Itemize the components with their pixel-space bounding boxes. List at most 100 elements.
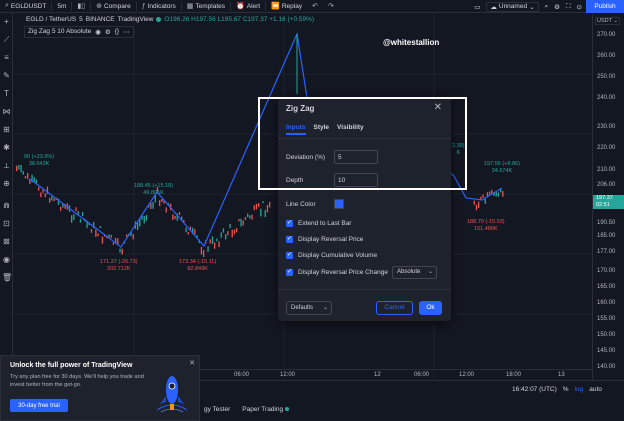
deviation-input[interactable] xyxy=(334,150,378,164)
candle xyxy=(486,192,489,197)
undo-button[interactable]: ↶ xyxy=(307,0,323,13)
alert-button[interactable]: ⏰ Alert xyxy=(231,0,265,13)
candle xyxy=(16,165,18,172)
ruler-icon[interactable]: ⟂ xyxy=(2,161,11,170)
search-icon: ⌕ xyxy=(5,2,9,9)
tab-style[interactable]: Style xyxy=(314,124,330,135)
eye-icon[interactable]: ◉ xyxy=(95,28,101,36)
ok-button[interactable]: Ok xyxy=(419,301,442,315)
candle xyxy=(185,227,187,233)
display-reversal-change-checkbox[interactable]: ✓ Display Reversal Price Change xyxy=(286,269,388,276)
indicator-name: Zig Zag 5 10 Absolute xyxy=(28,28,92,35)
candle xyxy=(194,229,196,235)
zigzag-label-1: 00 (+23.9%) 38.643K xyxy=(24,154,54,168)
status-dot-icon xyxy=(285,407,290,411)
tab-inputs[interactable]: Inputs xyxy=(286,124,306,135)
trash-icon[interactable]: 🗑 xyxy=(2,273,12,282)
price-label: 240.00 xyxy=(597,95,616,101)
redo-button[interactable]: ↷ xyxy=(323,0,339,13)
candle xyxy=(229,223,231,229)
zz-price-3: 171.27 (-26.73) xyxy=(100,259,138,265)
candle xyxy=(502,191,504,197)
zz-price-7: 188.70 (-15.93) xyxy=(467,219,505,225)
percent-toggle[interactable]: % xyxy=(563,386,569,393)
depth-input[interactable] xyxy=(334,173,378,187)
fib-icon[interactable]: ≡ xyxy=(2,53,11,62)
compare-button[interactable]: ⊕ Compare xyxy=(91,0,136,13)
pattern-icon[interactable]: ⋈ xyxy=(2,107,11,116)
layout-name-button[interactable]: ☁ Unnamed ⌄ xyxy=(486,1,539,12)
currency-label[interactable]: USDT ⌄ xyxy=(595,17,621,25)
time-label: 06:00 xyxy=(234,372,250,378)
templates-button[interactable]: ▦ Templates xyxy=(182,0,230,13)
display-cumulative-volume-checkbox[interactable]: ✓ Display Cumulative Volume xyxy=(286,252,377,259)
bottom-tabs: gy Tester Paper Trading xyxy=(204,406,290,413)
line-color-swatch[interactable] xyxy=(334,199,344,209)
layout-icon[interactable]: ▭ xyxy=(474,3,480,11)
indicator-legend[interactable]: Zig Zag 5 10 Absolute ◉ ⚙ {} ⋯ xyxy=(24,26,134,38)
magnet-icon[interactable]: ⋒ xyxy=(2,201,11,210)
tab-strategy-tester[interactable]: gy Tester xyxy=(204,406,230,413)
free-trial-button[interactable]: 30-day free trial xyxy=(10,399,68,412)
divider xyxy=(278,289,451,290)
zoom-icon[interactable]: ⊕ xyxy=(2,179,11,188)
cancel-button[interactable]: Cancel xyxy=(376,301,413,315)
zigzag-settings-dialog: Zig Zag ✕ Inputs Style Visibility Deviat… xyxy=(278,97,451,321)
price-label: 150.00 xyxy=(597,332,616,338)
price-label: 177.00 xyxy=(597,249,616,255)
search-icon[interactable]: ⌕ xyxy=(545,3,549,11)
text-icon[interactable]: T xyxy=(2,89,11,98)
fullscreen-icon[interactable]: ⛶ xyxy=(566,3,571,11)
candle xyxy=(260,208,262,217)
crosshair-icon[interactable]: + xyxy=(2,17,11,26)
zz-price-5: 2.39) xyxy=(452,143,465,149)
price-axis[interactable]: USDT ⌄ 270.00 260.00 250.00 240.00 230.0… xyxy=(592,14,624,380)
gann-icon[interactable]: ✱ xyxy=(2,143,11,152)
replay-button[interactable]: ⏪ Replay xyxy=(266,0,307,13)
defaults-label: Defaults xyxy=(291,305,314,311)
interval-button[interactable]: 5m xyxy=(52,0,71,13)
price-label: 190.50 xyxy=(597,220,616,226)
clock-readout[interactable]: 16:42:07 (UTC) xyxy=(512,386,557,393)
settings-icon[interactable]: ⚙ xyxy=(105,28,111,36)
symbol-search-button[interactable]: ⌕ EGLDUSDT xyxy=(0,0,51,13)
defaults-button[interactable]: Defaults ⌄ xyxy=(286,301,332,315)
eye-icon[interactable]: ◉ xyxy=(2,255,11,264)
extend-last-bar-checkbox[interactable]: ✓ Extend to Last Bar xyxy=(286,220,351,227)
auto-toggle[interactable]: auto xyxy=(589,386,602,393)
lock-drawings-icon[interactable]: ⊠ xyxy=(2,237,11,246)
measure-icon[interactable]: ⊞ xyxy=(2,125,11,134)
tab-paper-trading[interactable]: Paper Trading xyxy=(242,406,290,413)
chart-type-button[interactable]: ▮▯ xyxy=(72,0,90,13)
close-icon[interactable]: ✕ xyxy=(434,102,442,113)
settings-icon[interactable]: ⚙ xyxy=(554,3,560,11)
publish-button[interactable]: Publish xyxy=(586,0,624,13)
candle xyxy=(143,215,145,224)
candle xyxy=(484,198,486,204)
log-toggle[interactable]: log xyxy=(575,386,584,393)
candle xyxy=(258,203,260,208)
price-label: 170.00 xyxy=(597,268,616,274)
trendline-icon[interactable]: ⟋ xyxy=(2,35,11,44)
candle xyxy=(126,234,128,237)
cloud-icon: ☁ xyxy=(490,3,497,11)
indicators-button[interactable]: ƒ Indicators xyxy=(137,0,181,13)
more-icon[interactable]: ⋯ xyxy=(123,28,130,36)
time-label: 12:00 xyxy=(459,372,475,378)
checkbox-label: Extend to Last Bar xyxy=(298,220,352,227)
tradingview-window: ⌕ EGLDUSDT 5m ▮▯ ⊕ Compare ƒ Indicators … xyxy=(0,0,624,421)
zz-vol-1: 38.643K xyxy=(28,161,50,167)
tab-visibility[interactable]: Visibility xyxy=(337,124,364,135)
scale-controls: 16:42:07 (UTC) % log auto xyxy=(512,386,602,393)
grid-icon: ▦ xyxy=(186,3,194,10)
candle xyxy=(482,194,484,198)
display-reversal-price-checkbox[interactable]: ✓ Display Reversal Price xyxy=(286,236,363,243)
candle xyxy=(251,214,253,220)
brush-icon[interactable]: ✎ xyxy=(2,71,11,80)
lock-icon[interactable]: ⊡ xyxy=(2,219,11,228)
currency-text: USDT xyxy=(597,18,612,24)
candle xyxy=(165,207,167,213)
camera-icon[interactable]: ⊙ xyxy=(577,3,582,11)
source-code-icon[interactable]: {} xyxy=(115,28,119,36)
price-change-mode-select[interactable]: Absolute ⌄ xyxy=(392,266,437,279)
